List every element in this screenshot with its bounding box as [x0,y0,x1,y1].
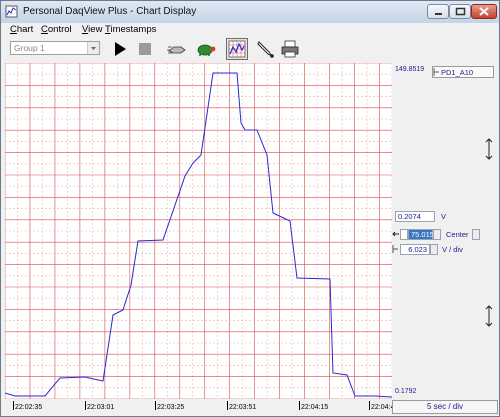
play-icon [115,42,126,56]
menu-control[interactable]: Control [41,24,72,35]
menu-bar: Chart Control View Timestamps [1,23,499,37]
channel-panel: 149.8519 PD1_A10 0.2074 V 75.0155 Center… [392,63,498,399]
time-tick-mark [369,401,370,410]
center-spinner[interactable] [433,229,441,240]
scale-input[interactable]: 6.023 [400,244,430,255]
time-tick-mark [13,401,14,410]
channel-tag[interactable]: PD1_A10 [432,66,494,78]
start-button[interactable] [109,38,131,60]
toolbar: Group 1 [1,37,499,63]
fast-scroll-icon [167,46,186,54]
maximize-button[interactable] [449,4,471,19]
time-tick-mark [155,401,156,410]
minimize-icon [435,13,442,15]
menu-view[interactable]: View [82,24,102,35]
group-select-value: Group 1 [14,43,45,53]
time-tick-label: 22:04:15 [301,404,329,411]
reading-unit: V [441,212,447,221]
app-icon [5,5,18,18]
menu-control-accel: C [41,24,48,35]
center-label: Center [446,230,469,239]
time-tick-mark [299,401,300,410]
time-tick-mark [85,401,86,410]
time-tick-label: 22:03:25 [157,404,185,411]
time-tick-label: 22:03:01 [87,404,115,411]
printer-icon [281,40,299,58]
menu-view-rest: iew [88,24,103,35]
scale-label: V / div [442,245,463,254]
tag-marker-icon [433,68,439,76]
chart-plot-area[interactable] [4,62,393,400]
time-per-div[interactable]: 5 sec / div [392,400,498,414]
stop-button[interactable] [134,38,156,60]
center-spinner-2[interactable] [472,229,480,240]
scale-pointer-icon [392,245,398,253]
scope-display-icon [228,40,246,58]
close-button[interactable] [471,4,497,19]
axis-bottom-value: 0.1792 [395,388,417,395]
slow-turtle-icon [197,44,216,56]
center-pointer-icon [392,231,399,237]
reading-value: 0.2074 [395,211,435,222]
title-bar[interactable]: Personal DaqView Plus - Chart Display [1,1,499,23]
channel-tag-label: PD1_A10 [441,68,474,77]
time-tick-label: 22:03:51 [229,404,257,411]
maximize-icon [455,7,466,16]
menu-timestamps[interactable]: Timestamps [105,24,156,35]
stop-icon [139,43,151,55]
app-window: Personal DaqView Plus - Chart Display Ch… [0,0,500,417]
pen-hand-icon [257,41,274,58]
scroll-up-down-icon[interactable] [484,138,494,160]
menu-chart[interactable]: Chart [10,24,33,35]
fast-scroll-button[interactable] [166,38,188,60]
center-spacer [400,229,408,240]
time-tick-label: 22:02:35 [15,404,43,411]
menu-chart-accel: C [10,24,17,35]
minimize-button[interactable] [427,4,449,19]
chart-svg [4,62,393,400]
window-title: Personal DaqView Plus - Chart Display [23,6,197,17]
menu-chart-rest: hart [16,24,34,35]
scale-spinner[interactable] [430,244,438,255]
slow-scroll-button[interactable] [195,38,217,60]
time-axis-bar: 22:02:35 22:03:01 22:03:25 22:03:51 22:04:15… [1,399,499,416]
group-select[interactable]: Group 1 [10,41,100,55]
scope-display-button[interactable] [226,38,248,60]
chevron-down-icon[interactable] [87,42,99,54]
time-tick-mark [227,401,228,410]
menu-timestamps-rest: imestamps [110,24,157,35]
close-icon [479,7,489,16]
scroll-up-down-icon[interactable] [484,305,494,327]
pen-button[interactable] [255,38,277,60]
center-input[interactable]: 75.0155 [408,229,438,240]
print-button[interactable] [279,38,301,60]
menu-control-rest: ontrol [47,24,72,35]
axis-top-value: 149.8519 [395,66,425,73]
